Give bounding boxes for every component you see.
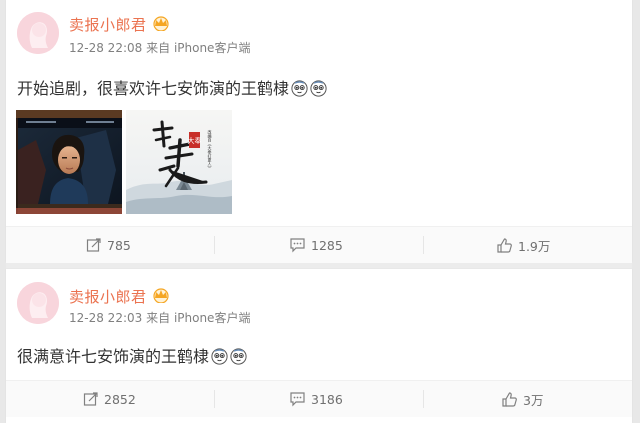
- comment-icon: [290, 238, 305, 253]
- crown-icon: [151, 15, 171, 35]
- divider: [214, 236, 215, 254]
- avatar[interactable]: [17, 282, 59, 324]
- post-text-line: 很满意许七安饰演的王鹤棣: [17, 343, 247, 367]
- emoji-icon: [230, 348, 247, 365]
- repost-button[interactable]: 2852: [83, 381, 136, 417]
- divider: [423, 390, 424, 408]
- comment-icon: [290, 392, 305, 407]
- source-prefix: 来自: [146, 41, 171, 55]
- crown-icon: [151, 287, 171, 307]
- weibo-feed: 卖报小郎君 12-28 22:08 来自 iPhone客户端 开始追剧，很喜欢许…: [6, 0, 632, 423]
- comment-count: 3186: [311, 391, 343, 407]
- post-text: 开始追剧，很喜欢许七安饰演的王鹤棣: [17, 79, 290, 98]
- post-source[interactable]: iPhone客户端: [174, 311, 251, 325]
- emoji-icon: [291, 80, 308, 97]
- post-card: 卖报小郎君 12-28 22:03 来自 iPhone客户端 很满意许七安饰演的…: [6, 269, 632, 423]
- post-text: 很满意许七安饰演的王鹤棣: [17, 347, 210, 366]
- like-button[interactable]: 3万: [501, 381, 543, 417]
- action-bar: 785 1285 1.9万: [6, 226, 632, 263]
- like-icon: [497, 237, 512, 253]
- comment-count: 1285: [311, 237, 343, 253]
- repost-count: 2852: [104, 391, 136, 407]
- emoji-icon: [310, 80, 327, 97]
- repost-icon: [83, 392, 98, 406]
- like-button[interactable]: 1.9万: [496, 227, 550, 263]
- post-meta: 12-28 22:08 来自 iPhone客户端: [69, 39, 250, 56]
- poster-badge: 大奉: [188, 136, 202, 145]
- like-icon: [502, 391, 517, 407]
- repost-button[interactable]: 785: [86, 227, 131, 263]
- post-card: 卖报小郎君 12-28 22:08 来自 iPhone客户端 开始追剧，很喜欢许…: [6, 0, 632, 263]
- avatar[interactable]: [17, 12, 59, 54]
- post-time[interactable]: 12-28 22:08: [69, 41, 142, 55]
- emoji-icon: [211, 348, 228, 365]
- like-count: 3万: [523, 392, 544, 408]
- like-count: 1.9万: [518, 238, 551, 254]
- repost-icon: [86, 238, 101, 252]
- post-meta: 12-28 22:03 来自 iPhone客户端: [69, 309, 250, 326]
- username[interactable]: 卖报小郎君: [69, 14, 147, 35]
- divider: [423, 236, 424, 254]
- post-image-poster[interactable]: 大奉 改编自《大奉打更人》: [126, 110, 232, 214]
- repost-count: 785: [107, 237, 131, 253]
- divider: [214, 390, 215, 408]
- username[interactable]: 卖报小郎君: [69, 286, 147, 307]
- source-prefix: 来自: [146, 311, 171, 325]
- action-bar: 2852 3186 3万: [6, 380, 632, 417]
- post-time[interactable]: 12-28 22:03: [69, 311, 142, 325]
- post-text-line: 开始追剧，很喜欢许七安饰演的王鹤棣: [17, 75, 327, 99]
- post-image-tv[interactable]: [16, 110, 122, 214]
- post-source[interactable]: iPhone客户端: [174, 41, 251, 55]
- poster-subtitle: 改编自《大奉打更人》: [208, 129, 213, 170]
- comment-button[interactable]: 3186: [289, 381, 343, 417]
- comment-button[interactable]: 1285: [289, 227, 343, 263]
